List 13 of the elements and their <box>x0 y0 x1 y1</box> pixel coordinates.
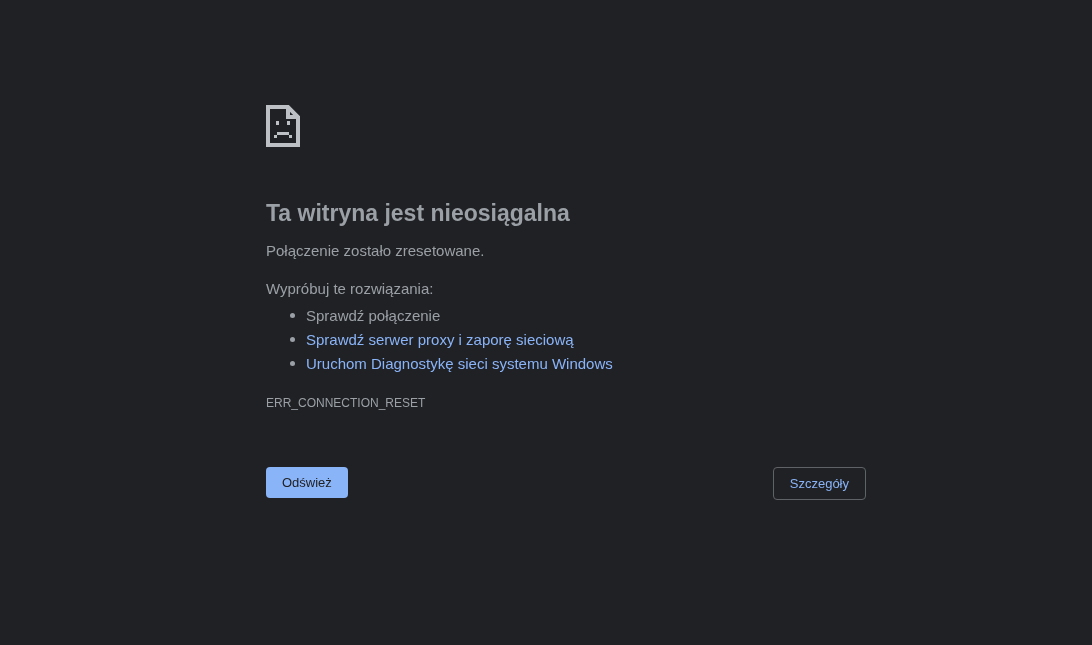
bullet-icon <box>290 360 295 366</box>
suggestion-link[interactable]: Sprawdź serwer proxy i zaporę sieciową <box>306 330 574 348</box>
suggestion-link[interactable]: Uruchom Diagnostykę sieci systemu Windows <box>306 354 613 372</box>
page-heading: Ta witryna jest nieosiągalna <box>266 199 571 227</box>
error-code: ERR_CONNECTION_RESET <box>266 395 427 411</box>
bullet-icon <box>290 336 295 342</box>
reload-button[interactable]: Odśwież <box>266 467 348 498</box>
details-button[interactable]: Szczegóły <box>772 467 866 500</box>
error-message: Połączenie zostało zresetowane. <box>266 241 486 261</box>
suggestions-intro: Wypróbuj te rozwiązania: <box>266 279 435 299</box>
bullet-icon <box>290 312 295 318</box>
suggestion-text: Sprawdź połączenie <box>306 306 441 324</box>
sad-page-icon <box>266 105 300 147</box>
